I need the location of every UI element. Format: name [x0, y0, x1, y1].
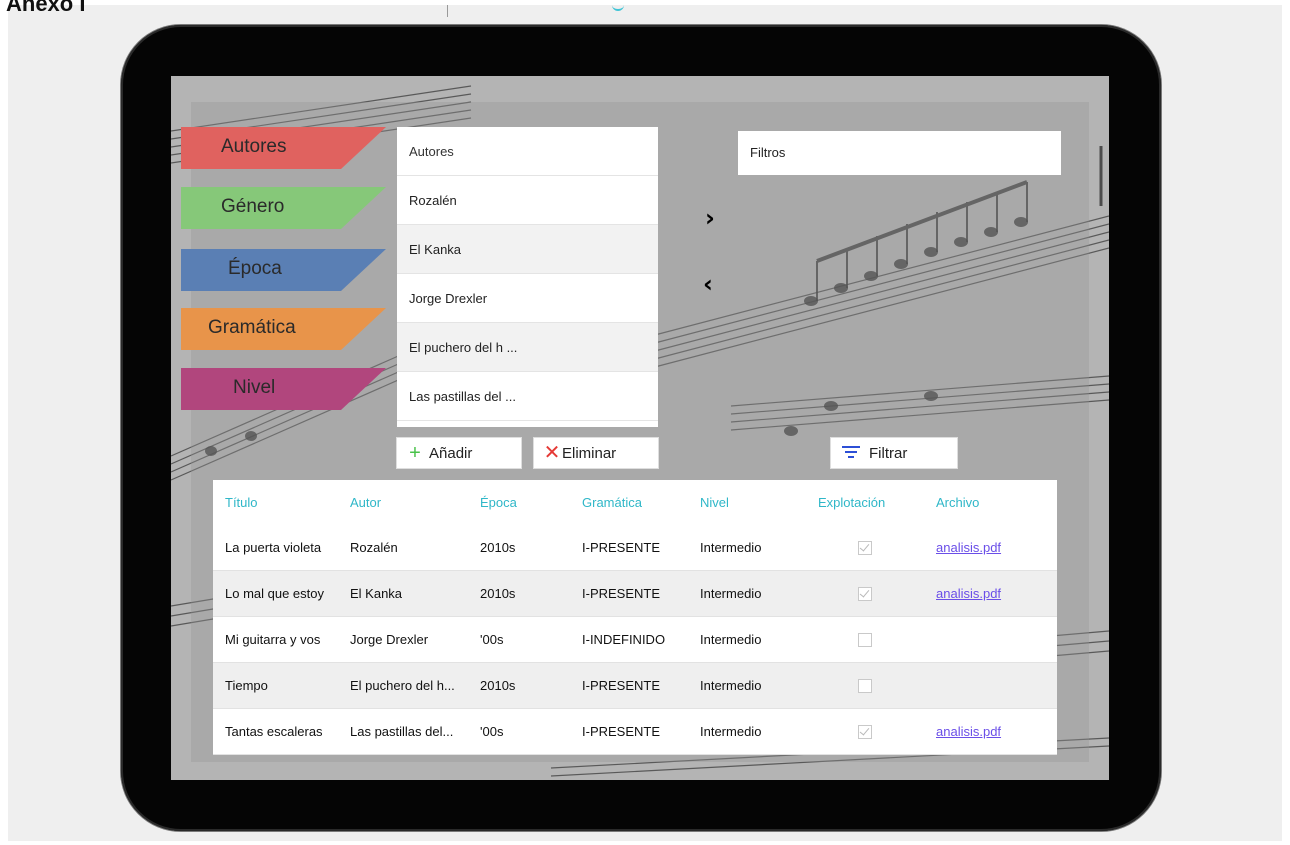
- file-link[interactable]: analisis.pdf: [936, 540, 1001, 555]
- cell-level: Intermedio: [688, 708, 806, 755]
- move-left-arrow-icon[interactable]: ‹: [703, 270, 713, 298]
- list-item[interactable]: Jorge Drexler: [397, 274, 658, 323]
- cell-title: Tantas escaleras: [213, 708, 338, 755]
- cell-file: [924, 662, 1057, 709]
- cell-file: analisis.pdf: [924, 570, 1057, 617]
- ribbon-shape: [181, 368, 386, 410]
- cell-author: Rozalén: [338, 525, 468, 571]
- checkbox-icon[interactable]: [857, 633, 872, 648]
- move-right-arrow-icon[interactable]: ›: [705, 204, 715, 232]
- tablet-frame: Autores Género Época Gramática Nivel Aut…: [121, 25, 1161, 831]
- cell-era: '00s: [468, 708, 570, 755]
- category-label-authors: Autores: [221, 136, 287, 157]
- cell-level: Intermedio: [688, 525, 806, 571]
- cell-exploitation: [806, 616, 924, 663]
- table-row[interactable]: Lo mal que estoy El Kanka 2010s I-PRESEN…: [213, 570, 1057, 617]
- cell-era: 2010s: [468, 525, 570, 571]
- checkbox-icon[interactable]: [857, 587, 872, 602]
- checkbox-icon[interactable]: [857, 679, 872, 694]
- cell-exploitation: [806, 662, 924, 709]
- checkbox-icon[interactable]: [857, 541, 872, 556]
- cell-grammar: I-PRESENTE: [570, 570, 688, 617]
- cell-title: Lo mal que estoy: [213, 570, 338, 617]
- column-header-era[interactable]: Época: [468, 480, 570, 525]
- table-row[interactable]: Mi guitarra y vos Jorge Drexler '00s I-I…: [213, 616, 1057, 663]
- checkbox-icon[interactable]: [857, 725, 872, 740]
- remove-button[interactable]: ✕ Eliminar: [533, 437, 659, 469]
- list-header: Autores: [397, 127, 658, 176]
- category-label-genre: Género: [221, 196, 285, 217]
- cell-author: El puchero del h...: [338, 662, 468, 709]
- cell-grammar: I-PRESENTE: [570, 708, 688, 755]
- cell-level: Intermedio: [688, 616, 806, 663]
- add-button[interactable]: + Añadir: [396, 437, 522, 469]
- remove-button-label: Eliminar: [562, 444, 617, 462]
- plus-icon: +: [409, 442, 421, 464]
- cell-file: [924, 616, 1057, 663]
- filter-button[interactable]: Filtrar: [830, 437, 958, 469]
- category-label-era: Época: [228, 258, 282, 279]
- column-header-grammar[interactable]: Gramática: [570, 480, 688, 525]
- column-header-exploitation[interactable]: Explotación: [806, 480, 924, 525]
- cell-era: 2010s: [468, 570, 570, 617]
- column-header-title[interactable]: Título: [213, 480, 338, 525]
- table-row[interactable]: Tantas escaleras Las pastillas del... '0…: [213, 708, 1057, 755]
- authors-list: Autores Rozalén El Kanka Jorge Drexler E…: [397, 127, 658, 427]
- filters-box[interactable]: Filtros: [738, 131, 1061, 175]
- table-header-row: Título Autor Época Gramática Nivel Explo…: [213, 480, 1057, 525]
- cell-file: analisis.pdf: [924, 708, 1057, 755]
- cell-title: Mi guitarra y vos: [213, 616, 338, 663]
- filter-button-label: Filtrar: [869, 444, 908, 462]
- category-label-level: Nivel: [233, 377, 276, 398]
- cell-author: Jorge Drexler: [338, 616, 468, 663]
- filter-lines-icon: [841, 443, 861, 463]
- cell-level: Intermedio: [688, 662, 806, 709]
- category-label-grammar: Gramática: [208, 317, 296, 338]
- file-link[interactable]: analisis.pdf: [936, 724, 1001, 739]
- column-header-author[interactable]: Autor: [338, 480, 468, 525]
- cell-exploitation: [806, 525, 924, 571]
- list-item[interactable]: Las pastillas del ...: [397, 372, 658, 421]
- ribbon-shape: [181, 249, 386, 291]
- column-header-file[interactable]: Archivo: [924, 480, 1057, 525]
- cell-author: Las pastillas del...: [338, 708, 468, 755]
- results-table: Título Autor Época Gramática Nivel Explo…: [213, 480, 1057, 755]
- cell-title: Tiempo: [213, 662, 338, 709]
- cell-author: El Kanka: [338, 570, 468, 617]
- cell-exploitation: [806, 570, 924, 617]
- column-header-level[interactable]: Nivel: [688, 480, 806, 525]
- add-button-label: Añadir: [429, 444, 473, 462]
- cell-exploitation: [806, 708, 924, 755]
- cell-grammar: I-INDEFINIDO: [570, 616, 688, 663]
- cell-grammar: I-PRESENTE: [570, 525, 688, 571]
- file-link[interactable]: analisis.pdf: [936, 586, 1001, 601]
- cell-grammar: I-PRESENTE: [570, 662, 688, 709]
- cell-title: La puerta violeta: [213, 525, 338, 571]
- cell-level: Intermedio: [688, 570, 806, 617]
- table-row[interactable]: Tiempo El puchero del h... 2010s I-PRESE…: [213, 662, 1057, 709]
- x-icon: ✕: [543, 442, 561, 464]
- divider: [447, 5, 448, 17]
- tablet-screen: Autores Género Época Gramática Nivel Aut…: [171, 76, 1109, 780]
- cell-file: analisis.pdf: [924, 525, 1057, 571]
- list-item[interactable]: El puchero del h ...: [397, 323, 658, 372]
- cell-era: '00s: [468, 616, 570, 663]
- list-item[interactable]: Rozalén: [397, 176, 658, 225]
- page-heading: Anexo I: [6, 0, 86, 16]
- table-row[interactable]: La puerta violeta Rozalén 2010s I-PRESEN…: [213, 525, 1057, 571]
- cell-era: 2010s: [468, 662, 570, 709]
- list-item[interactable]: El Kanka: [397, 225, 658, 274]
- filters-label: Filtros: [750, 145, 786, 160]
